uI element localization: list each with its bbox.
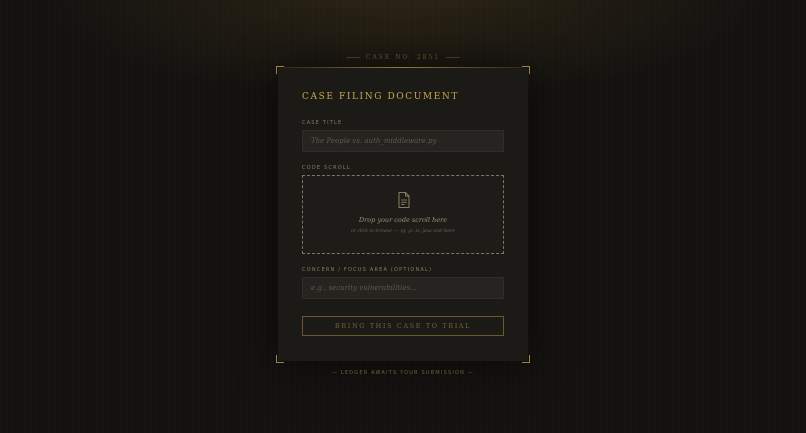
corner-ornament-bottom-left <box>276 355 284 363</box>
corner-ornament-top-right <box>522 66 530 74</box>
bring-case-to-trial-button[interactable]: BRING THIS CASE TO TRIAL <box>302 316 504 336</box>
form-title: CASE FILING DOCUMENT <box>302 92 459 102</box>
case-number-header: CASE NO. 2851 <box>0 54 806 61</box>
document-icon <box>398 192 410 208</box>
case-title-input[interactable] <box>302 130 504 152</box>
code-scroll-label: CODE SCROLL <box>302 165 351 171</box>
dropzone-main-text: Drop your code scroll here <box>358 216 448 224</box>
header-rule-right <box>446 57 461 58</box>
panel-top-rule <box>284 67 522 68</box>
case-title-label: CASE TITLE <box>302 120 343 126</box>
concern-input[interactable] <box>302 277 504 299</box>
concern-label: CONCERN / FOCUS AREA (OPTIONAL) <box>302 267 433 273</box>
corner-ornament-top-left <box>276 66 284 74</box>
header-rule-left <box>345 57 360 58</box>
corner-ornament-bottom-right <box>522 355 530 363</box>
case-filing-panel: CASE FILING DOCUMENT CASE TITLE CODE SCR… <box>276 66 530 363</box>
code-scroll-dropzone[interactable]: Drop your code scroll here or click to b… <box>302 175 504 254</box>
dropzone-hint-text: or click to browse — .py .js .ts .java a… <box>351 229 455 234</box>
footer-note: — LEDGER AWAITS YOUR SUBMISSION — <box>331 370 475 376</box>
case-number-text: CASE NO. 2851 <box>365 54 441 61</box>
